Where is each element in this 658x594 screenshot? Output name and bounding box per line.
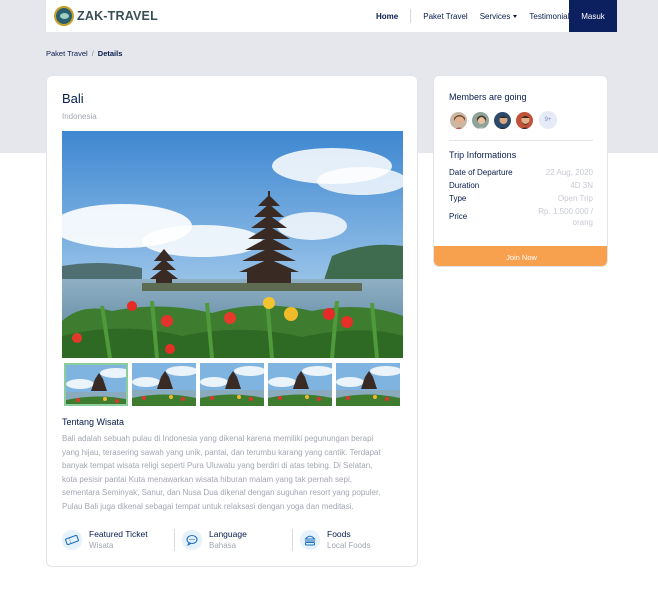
breadcrumb-parent[interactable]: Paket Travel [46, 49, 88, 58]
globe-logo-icon [54, 6, 74, 26]
feature-label: Featured Ticket [89, 529, 148, 539]
description-line: banyak tempat wisata religi seperti Pura… [62, 461, 373, 470]
thumbnail-4[interactable] [268, 363, 332, 406]
nav-services-label: Services [479, 11, 511, 21]
thumbnail-image [336, 363, 400, 406]
brand-name: ZAK-TRAVEL [77, 9, 158, 23]
food-icon [300, 530, 320, 550]
ticket-icon [62, 530, 82, 550]
thumbnail-3[interactable] [200, 363, 264, 406]
breadcrumb-separator: / [91, 49, 94, 58]
thumbnail-1[interactable] [64, 363, 128, 406]
about-heading: Tentang Wisata [62, 417, 125, 427]
members-heading: Members are going [449, 92, 527, 102]
nav-testimonial[interactable]: Testimonial [529, 12, 569, 21]
info-value: 22 Aug, 2020 [545, 168, 593, 177]
avatar[interactable] [449, 111, 468, 130]
navbar: ZAK-TRAVEL Home Paket Travel Services Te… [46, 0, 617, 32]
feature-label: Language [209, 529, 247, 539]
breadcrumb: Paket Travel / Details [46, 49, 122, 58]
feature-label: Foods [327, 529, 351, 539]
description-line: Bali adalah sebuah pulau di Indonesia ya… [62, 434, 374, 443]
feature-list: Featured Ticket Wisata Language Bahasa F… [62, 527, 404, 553]
thumbnail-image [200, 363, 264, 406]
info-value: Rp. 1.500.000 / [538, 207, 593, 216]
thumbnail-image [268, 363, 332, 406]
trip-title: Bali [62, 91, 84, 106]
speech-bubble-icon [182, 530, 202, 550]
trip-location: Indonesia [62, 112, 97, 121]
info-value: 4D 3N [570, 181, 593, 190]
info-value-unit: orang [572, 218, 593, 227]
join-now-button[interactable]: Join Now [434, 246, 607, 266]
description-line: sementara Seminyak, Sanur, dan Nusa Dua … [62, 488, 381, 497]
nav-home[interactable]: Home [376, 12, 398, 21]
chevron-down-icon [513, 14, 518, 18]
nav-paket-travel[interactable]: Paket Travel [423, 12, 467, 21]
hero-image [62, 131, 403, 358]
temple-photo [62, 131, 403, 358]
thumbnail-strip [64, 363, 404, 406]
feature-divider [292, 529, 293, 551]
breadcrumb-current: Details [97, 49, 123, 58]
trip-detail-card: Bali Indonesia Tentang Wisata Bali adala… [46, 75, 418, 567]
feature-value: Local Foods [327, 541, 371, 550]
thumbnail-2[interactable] [132, 363, 196, 406]
nav-divider [410, 9, 412, 23]
brand-logo[interactable]: ZAK-TRAVEL [54, 5, 158, 27]
thumbnail-image [132, 363, 196, 406]
more-members-badge[interactable]: 9+ [539, 111, 557, 129]
info-value: Open Trip [557, 194, 593, 203]
info-label: Duration [449, 181, 480, 190]
avatar[interactable] [493, 111, 512, 130]
description-line: kota pesisir pantai Kuta menawarkan wisa… [62, 474, 352, 484]
info-row-price: Price Rp. 1.500.000 / orang [449, 207, 593, 229]
nav-links: Home Paket Travel Services Testimonial [376, 0, 581, 32]
sidebar-divider [449, 140, 593, 141]
info-label: Type [449, 194, 467, 203]
login-button[interactable]: Masuk [569, 0, 617, 32]
info-label: Date of Departure [449, 168, 513, 177]
trip-sidebar-card: Members are going 9+ Trip Informations D… [433, 75, 608, 267]
feature-value: Bahasa [209, 541, 237, 550]
description-line: Pulau Bali juga dikenal sebagai tempat u… [62, 501, 354, 511]
feature-value: Wisata [89, 541, 114, 550]
about-description: Bali adalah sebuah pulau di Indonesia ya… [62, 432, 404, 513]
avatar[interactable] [471, 111, 490, 130]
description-line: yang hijau, terasering sawah yang unik, … [62, 447, 381, 457]
trip-info-heading: Trip Informations [449, 150, 517, 160]
info-label: Price [449, 212, 468, 221]
feature-divider [174, 529, 175, 551]
nav-services[interactable]: Services [480, 12, 518, 21]
avatar[interactable] [515, 111, 534, 130]
thumbnail-image [66, 365, 126, 404]
thumbnail-5[interactable] [336, 363, 400, 406]
